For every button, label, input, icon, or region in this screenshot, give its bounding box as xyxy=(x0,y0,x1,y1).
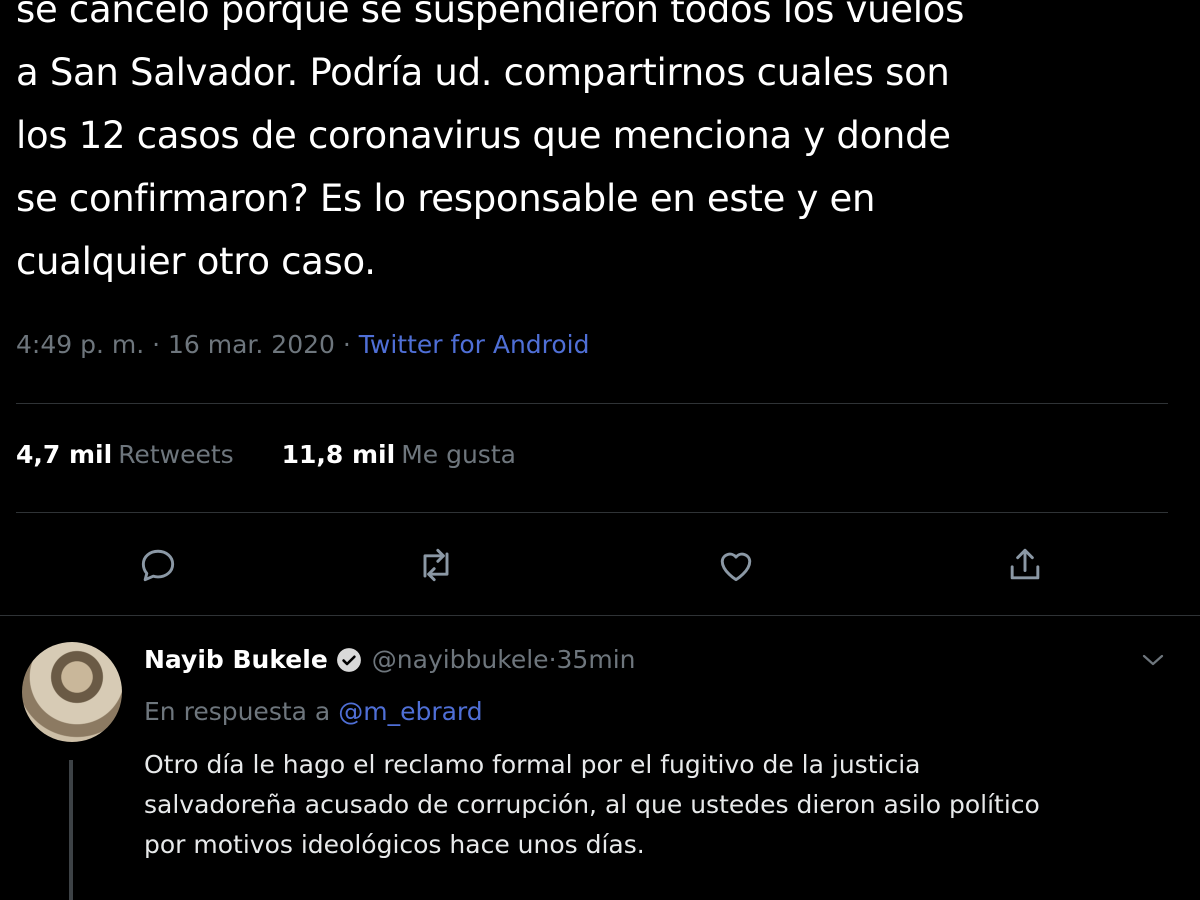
reply-text-line: salvadoreña acusado de corrupción, al qu… xyxy=(144,790,1040,819)
reply-text-line: por motivos ideológicos hace unos días. xyxy=(144,830,645,859)
in-reply-prefix: En respuesta a xyxy=(144,697,331,726)
reply-icon[interactable] xyxy=(136,543,180,587)
reply-author-name[interactable]: Nayib Bukele xyxy=(144,645,328,674)
tweet-text-line: se confirmaron? Es lo responsable en est… xyxy=(16,177,876,220)
reply-time[interactable]: 35min xyxy=(557,645,636,674)
share-icon[interactable] xyxy=(1003,543,1047,587)
tweet-text-line: se canceló porque se suspendieron todos … xyxy=(16,0,965,31)
chevron-down-icon[interactable] xyxy=(1138,648,1168,672)
tweet-text: se canceló porque se suspendieron todos … xyxy=(16,0,1176,293)
avatar[interactable] xyxy=(22,642,122,742)
divider xyxy=(0,615,1200,616)
thread-line xyxy=(69,760,73,900)
tweet-time[interactable]: 4:49 p. m. xyxy=(16,330,144,359)
retweet-icon[interactable] xyxy=(414,543,458,587)
reply-text-line: Otro día le hago el reclamo formal por e… xyxy=(144,750,921,779)
verified-badge-icon xyxy=(336,647,362,673)
tweet-text-line: los 12 casos de coronavirus que menciona… xyxy=(16,114,951,157)
retweets-stat[interactable]: 4,7 mil Retweets xyxy=(16,440,234,469)
retweets-label: Retweets xyxy=(118,440,234,469)
meta-separator: · xyxy=(548,645,557,674)
tweet-text-line: cualquier otro caso. xyxy=(16,240,376,283)
in-reply-mention-link[interactable]: @m_ebrard xyxy=(338,697,482,726)
meta-separator: · xyxy=(144,330,168,359)
divider xyxy=(16,403,1168,404)
retweets-count: 4,7 mil xyxy=(16,440,113,469)
tweet-date[interactable]: 16 mar. 2020 xyxy=(168,330,335,359)
reply-header: Nayib Bukele @nayibbukele · 35min xyxy=(144,645,636,674)
meta-separator: · xyxy=(334,330,359,359)
likes-stat[interactable]: 11,8 mil Me gusta xyxy=(282,440,516,469)
tweet-stats: 4,7 mil Retweets 11,8 mil Me gusta xyxy=(16,440,556,469)
tweet-source-link[interactable]: Twitter for Android xyxy=(359,330,590,359)
reply-author-handle[interactable]: @nayibbukele xyxy=(372,645,549,674)
divider xyxy=(16,512,1168,513)
tweet-text-line: a San Salvador. Podría ud. compartirnos … xyxy=(16,51,950,94)
likes-label: Me gusta xyxy=(401,440,516,469)
tweet-meta: 4:49 p. m. · 16 mar. 2020 · Twitter for … xyxy=(16,330,590,359)
reply-text: Otro día le hago el reclamo formal por e… xyxy=(144,745,1184,865)
likes-count: 11,8 mil xyxy=(281,440,396,469)
in-reply-to: En respuesta a @m_ebrard xyxy=(144,697,483,726)
heart-icon[interactable] xyxy=(714,543,758,587)
